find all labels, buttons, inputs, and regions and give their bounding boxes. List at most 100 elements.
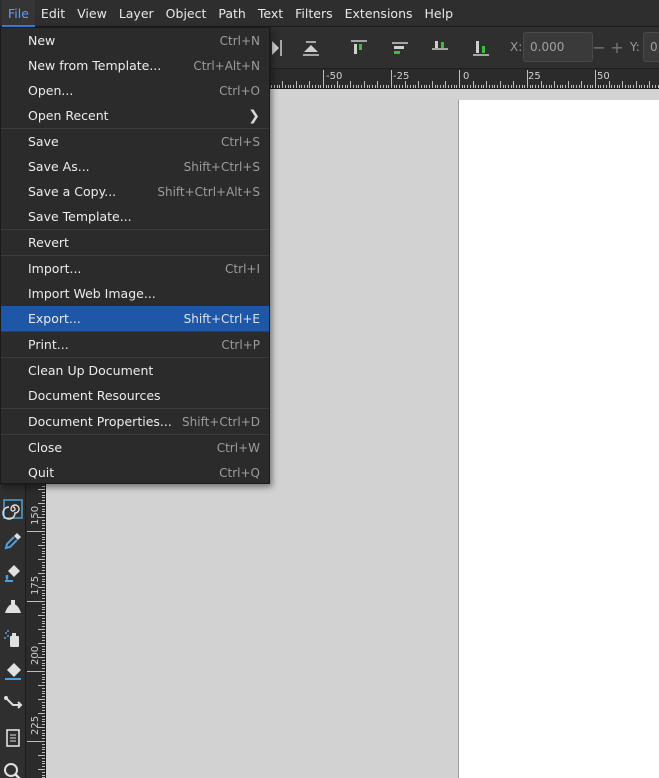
menu-file[interactable]: File: [2, 0, 35, 27]
zoom-icon[interactable]: [2, 761, 24, 778]
ruler-tick: [284, 85, 286, 88]
ruler-tick: [410, 85, 412, 88]
ruler-tick: [581, 81, 583, 88]
menu-edit[interactable]: Edit: [35, 0, 71, 27]
align-baseline-icon[interactable]: [470, 37, 492, 59]
ruler-tick: [42, 556, 45, 558]
ruler-tick: [654, 85, 656, 88]
menu-item-clean-up-document[interactable]: Clean Up Document: [1, 358, 269, 383]
ruler-tick: [624, 85, 626, 88]
plus-icon[interactable]: +: [610, 38, 623, 57]
menu-item-save-a-copy[interactable]: Save a Copy... Shift+Ctrl+Alt+S: [1, 179, 269, 204]
document-page[interactable]: [458, 100, 659, 778]
align-top-icon[interactable]: [348, 37, 370, 59]
vruler-label: 200: [30, 645, 41, 665]
ruler-tick: [401, 85, 403, 88]
menu-view[interactable]: View: [71, 0, 113, 27]
ruler-tick: [535, 85, 537, 88]
ruler-tick: [42, 743, 45, 745]
ruler-tick: [42, 486, 45, 488]
menu-item-label: Close: [28, 440, 63, 455]
menu-item-label: Export...: [28, 311, 81, 326]
menu-extensions[interactable]: Extensions: [339, 0, 419, 27]
ruler-tick: [475, 85, 477, 88]
y-input[interactable]: 0.: [643, 32, 659, 62]
menu-item-save-template[interactable]: Save Template...: [1, 204, 269, 229]
menu-item-label: Quit: [28, 465, 55, 480]
menu-item-shortcut: Ctrl+P: [221, 337, 260, 352]
ruler-tick: [584, 85, 586, 88]
menu-item-close[interactable]: Close Ctrl+W: [1, 435, 269, 460]
menu-item-open[interactable]: Open... Ctrl+O: [1, 78, 269, 103]
ruler-tick: [42, 724, 45, 726]
align-center-icon[interactable]: [389, 37, 411, 59]
ruler-tick: [27, 741, 45, 742]
ruler-tick: [461, 85, 463, 88]
ruler-tick: [42, 721, 45, 723]
menu-item-new[interactable]: New Ctrl+N: [1, 28, 269, 53]
menu-item-save-as[interactable]: Save As... Shift+Ctrl+S: [1, 154, 269, 179]
menu-item-document-resources[interactable]: Document Resources: [1, 383, 269, 408]
ruler-tick: [42, 738, 45, 740]
menu-item-save[interactable]: Save Ctrl+S: [1, 129, 269, 154]
ruler-tick: [638, 85, 640, 88]
menu-path[interactable]: Path: [212, 0, 251, 27]
ruler-tick: [595, 70, 596, 88]
menu-help[interactable]: Help: [419, 0, 460, 27]
ruler-tick: [459, 70, 460, 88]
ruler-tick: [429, 85, 431, 88]
ruler-tick: [42, 528, 45, 530]
menu-item-open-recent[interactable]: Open Recent ❯: [1, 103, 269, 128]
menu-item-print[interactable]: Print... Ctrl+P: [1, 332, 269, 357]
minus-icon[interactable]: −: [592, 38, 605, 57]
ruler-tick: [42, 589, 45, 591]
menu-item-shortcut: Ctrl+W: [216, 440, 260, 455]
menu-filters[interactable]: Filters: [289, 0, 338, 27]
menu-object[interactable]: Object: [160, 0, 213, 27]
ruler-tick: [42, 648, 45, 650]
ruler-tick: [450, 85, 452, 88]
spray-icon[interactable]: [2, 628, 24, 650]
ruler-tick: [649, 81, 651, 88]
spiral-icon[interactable]: [2, 498, 24, 520]
eraser-icon[interactable]: [2, 660, 24, 682]
ruler-tick: [502, 85, 504, 88]
ruler-tick: [426, 85, 428, 88]
ruler-tick: [336, 81, 338, 88]
tweak-icon[interactable]: [2, 596, 24, 618]
ruler-tick: [355, 85, 357, 88]
menu-text[interactable]: Text: [252, 0, 289, 27]
menu-item-new-from-template[interactable]: New from Template... Ctrl+Alt+N: [1, 53, 269, 78]
menu-item-import[interactable]: Import... Ctrl+I: [1, 256, 269, 281]
ruler-tick: [42, 687, 45, 689]
menu-item-label: Save Template...: [28, 209, 132, 224]
ruler-tick: [478, 85, 480, 88]
ruler-tick: [290, 85, 292, 88]
ruler-tick: [578, 85, 580, 88]
paint-bucket-icon[interactable]: [2, 562, 24, 584]
ruler-tick: [641, 85, 643, 88]
dropper-icon[interactable]: [2, 530, 24, 552]
x-input[interactable]: 0.000: [523, 32, 593, 62]
menu-item-label: Document Resources: [28, 388, 161, 403]
ruler-tick: [453, 85, 455, 88]
menu-item-import-web-image[interactable]: Import Web Image...: [1, 281, 269, 306]
ruler-tick: [366, 85, 368, 88]
ruler-tick: [418, 81, 420, 88]
align-flip-icon[interactable]: [268, 37, 290, 59]
x-stepper[interactable]: − +: [590, 32, 626, 62]
pages-icon[interactable]: [2, 727, 24, 749]
connector-icon[interactable]: [2, 693, 24, 715]
ruler-tick: [439, 85, 441, 88]
menu-layer[interactable]: Layer: [113, 0, 160, 27]
ruler-tick: [369, 85, 371, 88]
menu-item-document-properties[interactable]: Document Properties... Shift+Ctrl+D: [1, 409, 269, 434]
menu-item-export[interactable]: Export... Shift+Ctrl+E: [1, 306, 269, 331]
distribute-icon[interactable]: [300, 37, 322, 59]
ruler-tick: [643, 85, 645, 88]
align-bottom-icon[interactable]: [429, 37, 451, 59]
menu-item-label: New: [28, 33, 56, 48]
menu-item-quit[interactable]: Quit Ctrl+Q: [1, 460, 269, 485]
ruler-tick: [491, 85, 493, 88]
menu-item-revert[interactable]: Revert: [1, 230, 269, 255]
